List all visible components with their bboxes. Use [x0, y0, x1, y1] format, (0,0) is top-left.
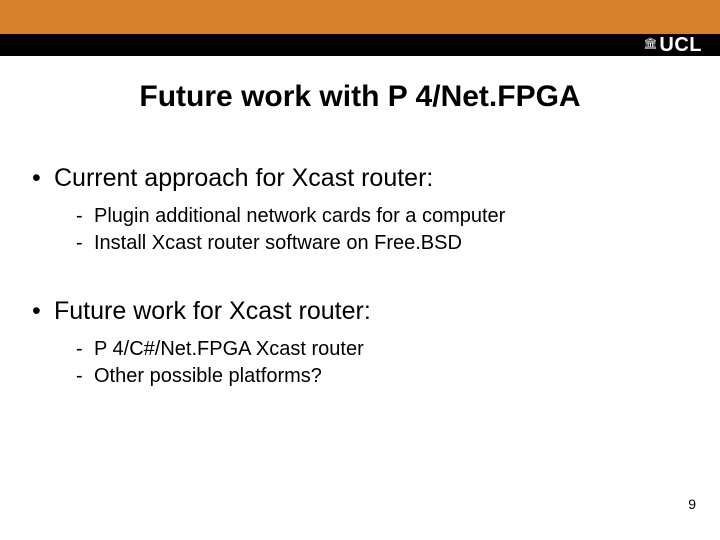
sub-bullet: Other possible platforms?: [26, 363, 694, 390]
slide-content: Current approach for Xcast router: Plugi…: [0, 114, 720, 390]
page-number: 9: [688, 496, 696, 512]
ucl-logo-text: UCL: [659, 35, 702, 55]
slide: 🏛 UCL Future work with P 4/Net.FPGA Curr…: [0, 0, 720, 540]
header-bar: 🏛 UCL: [0, 0, 720, 56]
bullet-future-work: Future work for Xcast router:: [26, 297, 694, 326]
dome-icon: 🏛: [643, 39, 657, 50]
sub-bullet: Install Xcast router software on Free.BS…: [26, 230, 694, 257]
header-strip: 🏛 UCL: [0, 34, 720, 56]
slide-title: Future work with P 4/Net.FPGA: [0, 80, 720, 114]
bullet-current-approach: Current approach for Xcast router:: [26, 164, 694, 193]
sub-bullet: Plugin additional network cards for a co…: [26, 203, 694, 230]
ucl-logo: 🏛 UCL: [643, 35, 702, 55]
sub-bullet: P 4/C#/Net.FPGA Xcast router: [26, 336, 694, 363]
